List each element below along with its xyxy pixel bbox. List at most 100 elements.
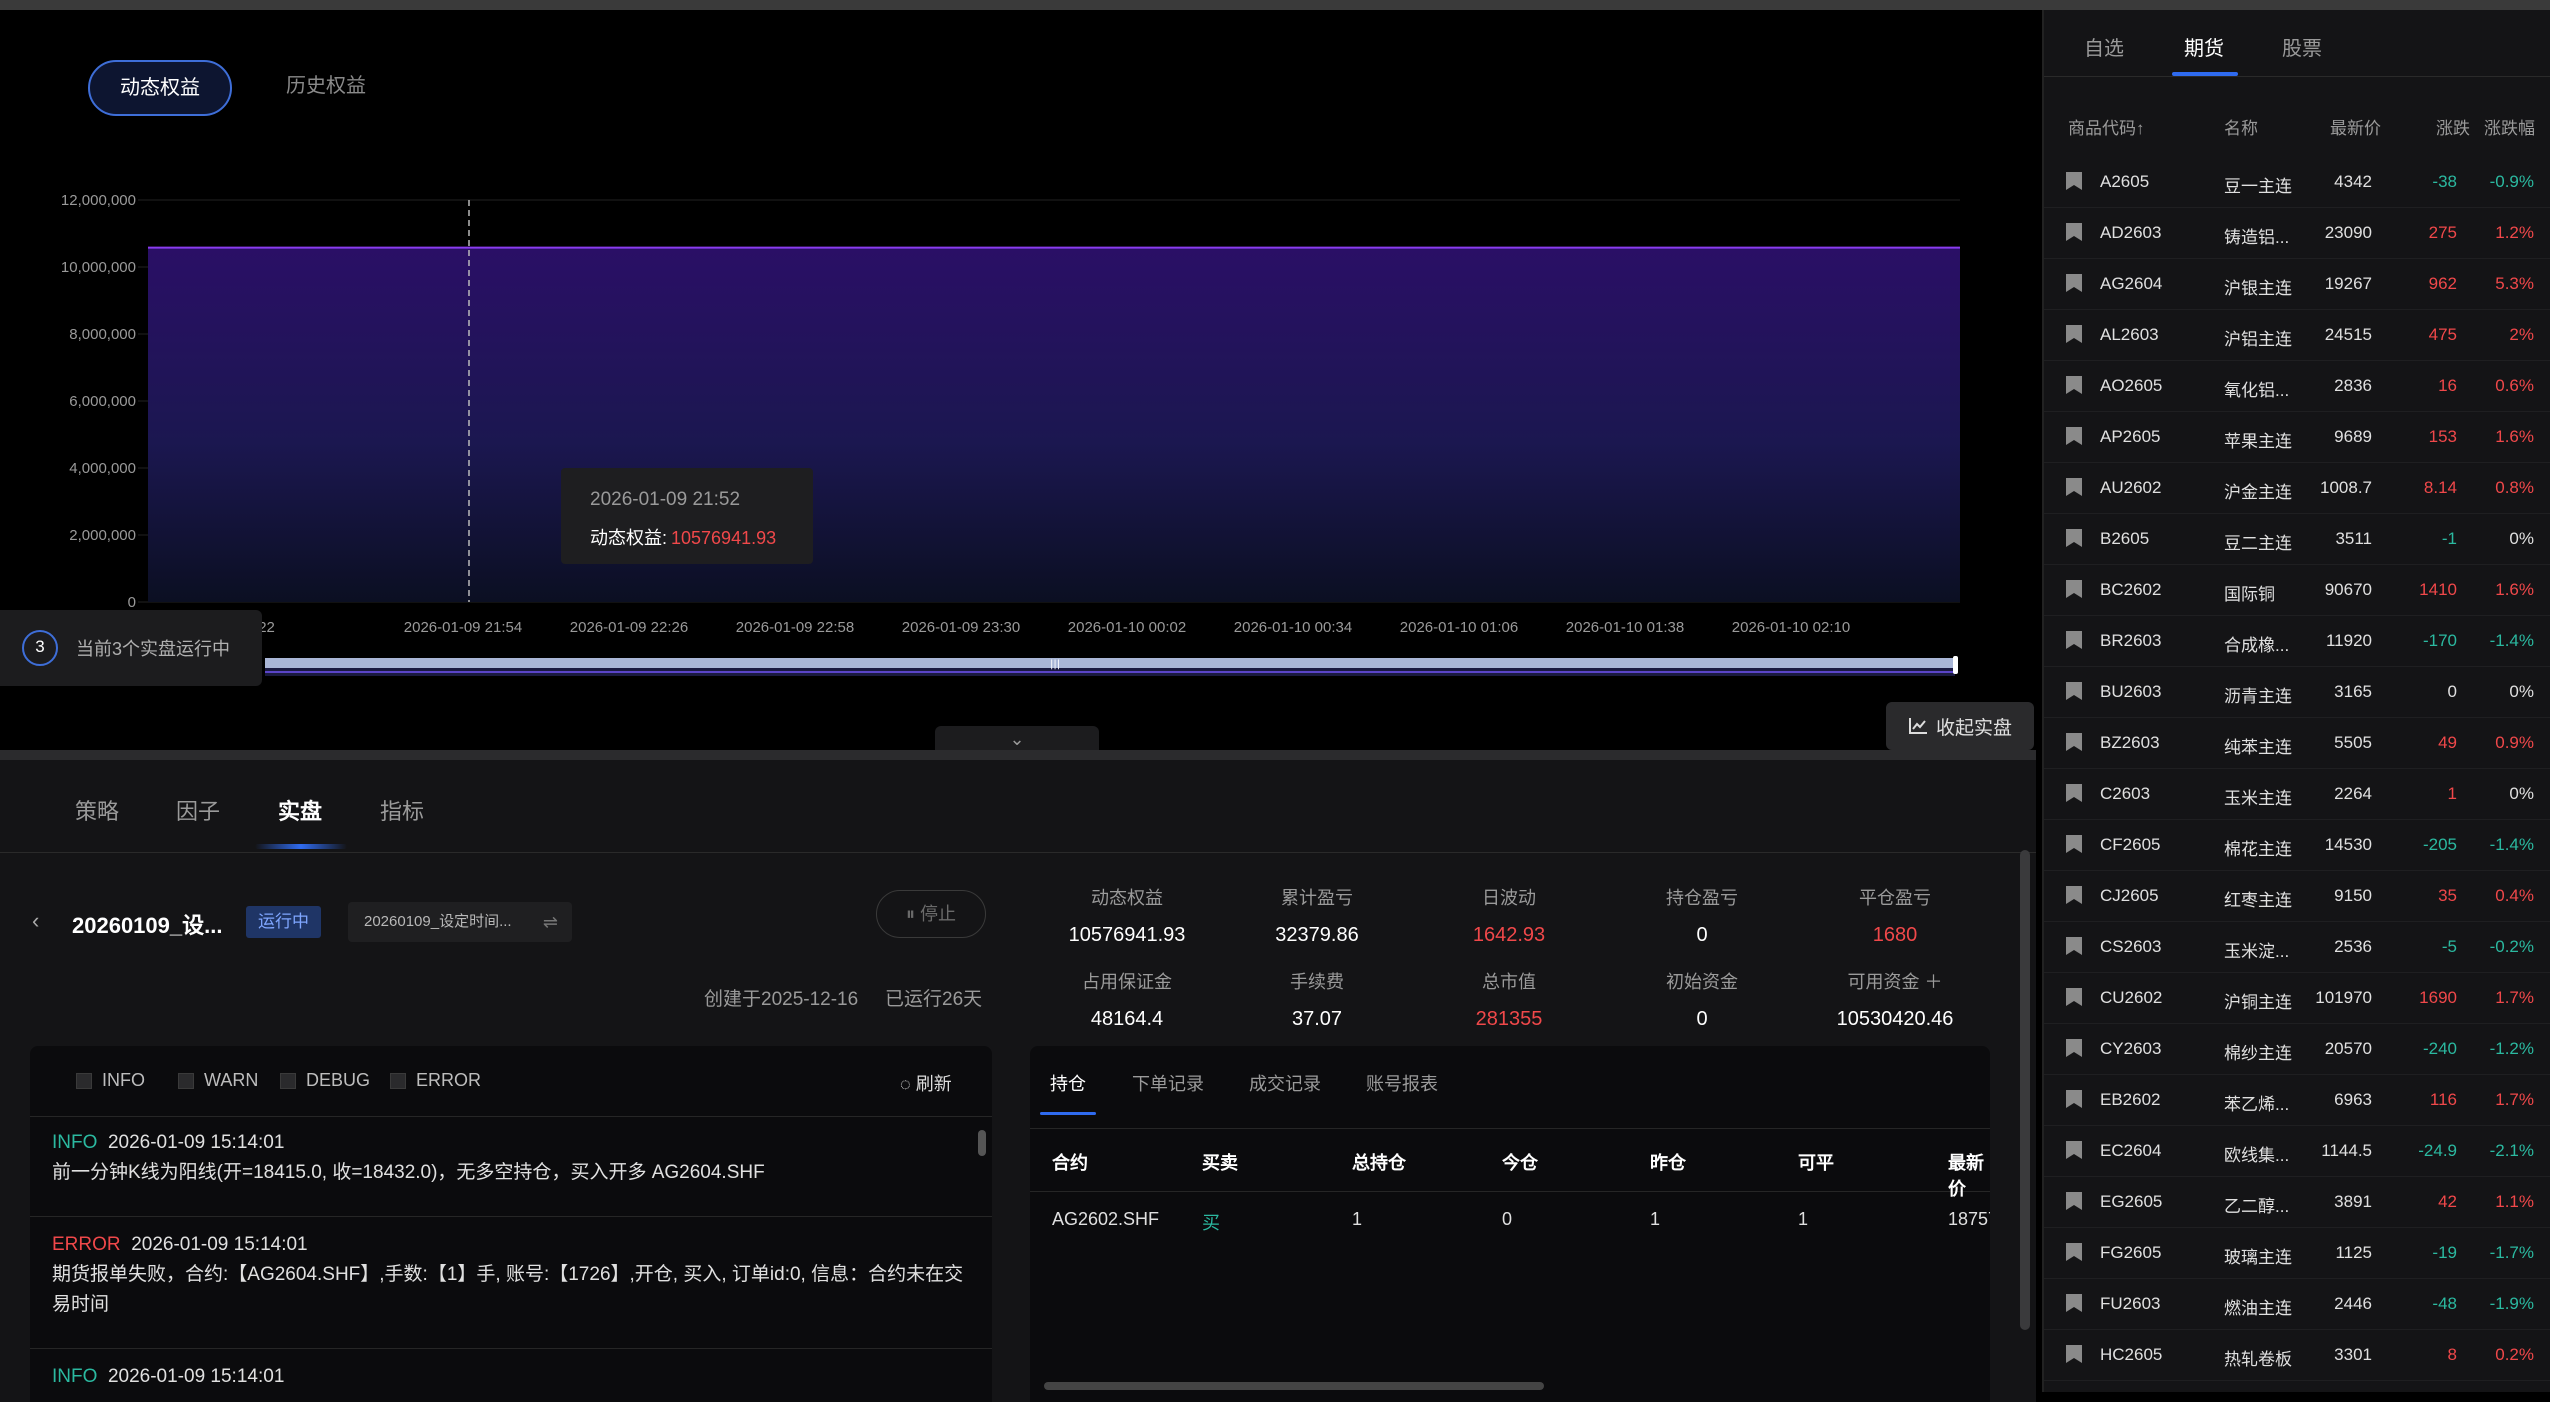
tab-watchlist[interactable]: 自选 [2084,32,2124,61]
quote-row[interactable]: EB2602 苯乙烯... 6963 116 1.7% [2044,1074,2550,1126]
back-chevron-icon[interactable]: ‹ [32,908,39,934]
quote-row[interactable]: FU2603 燃油主连 2446 -48 -1.9% [2044,1278,2550,1330]
bookmark-icon[interactable] [2066,1243,2082,1261]
checkbox-box[interactable] [280,1072,296,1089]
quote-row[interactable]: B2605 豆二主连 3511 -1 0% [2044,513,2550,565]
bookmark-icon[interactable] [2066,1192,2082,1210]
checkbox-box[interactable] [390,1072,406,1089]
quote-row[interactable]: A2605 豆一主连 4342 -38 -0.9% [2044,156,2550,208]
bookmark-icon[interactable] [2066,1141,2082,1159]
quote-price: 1008.7 [2320,478,2372,497]
quote-row[interactable]: FG2605 玻璃主连 1125 -19 -1.7% [2044,1227,2550,1279]
checkbox-box[interactable] [76,1072,92,1089]
bookmark-icon[interactable] [2066,682,2082,700]
tab-trade-records[interactable]: 成交记录 [1249,1070,1321,1096]
y-tick-label: 4,000,000 [69,460,136,477]
bookmark-icon[interactable] [2066,1039,2082,1057]
bookmark-icon[interactable] [2066,1090,2082,1108]
quote-price: 5505 [2334,733,2372,752]
quote-row[interactable]: EG2605 乙二醇... 3891 42 1.1% [2044,1176,2550,1228]
bookmark-icon[interactable] [2066,937,2082,955]
equity-chart[interactable]: 0 2,000,000 4,000,000 6,000,000 8,000,000 10,… [0,160,2036,700]
plus-icon[interactable]: ＋ [1925,972,1943,992]
tab-account-report[interactable]: 账号报表 [1366,1070,1438,1096]
bookmark-icon[interactable] [2066,325,2082,343]
quote-row[interactable]: BZ2603 纯苯主连 5505 49 0.9% [2044,717,2550,769]
quote-row[interactable]: AP2605 苹果主连 9689 153 1.6% [2044,411,2550,463]
quote-row[interactable]: AG2604 沪银主连 19267 962 5.3% [2044,258,2550,310]
stop-button[interactable]: ⏸ 停止 [876,890,986,938]
tab-history-equity[interactable]: 历史权益 [256,60,396,112]
panel-toggle-handle[interactable]: ⌄ [935,726,1099,752]
quote-change: 962 [2428,274,2457,293]
bookmark-icon[interactable] [2066,172,2082,190]
col-change-pct[interactable]: 涨跌幅 [2484,114,2535,139]
log-scrollbar[interactable] [978,1130,986,1156]
tab-stocks[interactable]: 股票 [2282,32,2322,61]
quote-row[interactable]: AO2605 氧化铝... 2836 16 0.6% [2044,360,2550,412]
chart-zoom-slider[interactable]: ||| [265,654,1959,680]
filter-warn-checkbox[interactable]: WARN [178,1070,258,1091]
bookmark-icon[interactable] [2066,1345,2082,1363]
quote-row[interactable]: CS2603 玉米淀... 2536 -5 -0.2% [2044,921,2550,973]
bookmark-icon[interactable] [2066,988,2082,1006]
quote-row[interactable]: C2603 玉米主连 2264 1 0% [2044,768,2550,820]
col-name[interactable]: 名称 [2224,114,2258,139]
quote-row[interactable]: CY2603 棉纱主连 20570 -240 -1.2% [2044,1023,2550,1075]
bookmark-icon[interactable] [2066,478,2082,496]
bookmark-icon[interactable] [2066,427,2082,445]
tab-futures[interactable]: 期货 [2184,32,2224,61]
tab-dynamic-equity[interactable]: 动态权益 [88,60,232,116]
bookmark-icon[interactable] [2066,784,2082,802]
tab-strategy[interactable]: 策略 [75,794,119,826]
bookmark-icon[interactable] [2066,733,2082,751]
strategy-select[interactable]: 20260109_设定时间... ⇌ [348,902,572,942]
bookmark-icon[interactable] [2066,274,2082,292]
quote-row[interactable]: HC2605 热轧卷板 3301 8 0.2% [2044,1329,2550,1381]
collapse-live-button[interactable]: 收起实盘 [1886,702,2034,750]
bookmark-icon[interactable] [2066,223,2082,241]
horizontal-scrollbar[interactable] [1044,1382,1544,1390]
bookmark-icon[interactable] [2066,835,2082,853]
tab-indicator[interactable]: 指标 [380,794,424,826]
running-strategies-indicator[interactable]: 3 当前3个实盘运行中 [0,610,262,686]
quote-row[interactable]: AL2603 沪铝主连 24515 475 2% [2044,309,2550,361]
col-change[interactable]: 涨跌 [2436,114,2470,139]
metric-label: 初始资金 [1666,972,1738,992]
bookmark-icon[interactable] [2066,376,2082,394]
bookmark-icon[interactable] [2066,529,2082,547]
quote-row[interactable]: CF2605 棉花主连 14530 -205 -1.4% [2044,819,2550,871]
tab-order-records[interactable]: 下单记录 [1132,1070,1204,1096]
vertical-scrollbar[interactable] [2020,850,2030,1330]
filter-debug-checkbox[interactable]: DEBUG [280,1070,370,1091]
col-price[interactable]: 最新价 [2330,114,2381,139]
bookmark-icon[interactable] [2066,631,2082,649]
quote-row[interactable]: BU2603 沥青主连 3165 0 0% [2044,666,2550,718]
log-entry: INFO 2026-01-09 15:14:01 前一分钟K线为阳线(开=184… [52,1128,972,1188]
tab-factor[interactable]: 因子 [176,794,220,826]
bookmark-icon[interactable] [2066,886,2082,904]
quote-row[interactable]: BC2602 国际铜 90670 1410 1.6% [2044,564,2550,616]
tab-positions[interactable]: 持仓 [1050,1070,1086,1096]
quote-name: 棉纱主连 [2224,1044,2292,1063]
tab-live[interactable]: 实盘 [278,794,322,826]
col-code[interactable]: 商品代码↑ [2068,114,2145,139]
metric-value: 1642.93 [1472,924,1546,946]
refresh-button[interactable]: ◌ 刷新 [900,1070,952,1096]
bookmark-icon[interactable] [2066,1294,2082,1312]
available-funds-label: 可用资金 [1847,972,1920,992]
quote-row[interactable]: EC2604 欧线集... 1144.5 -24.9 -2.1% [2044,1125,2550,1177]
zoom-handle-right[interactable] [1953,656,1958,674]
quote-code: CS2603 [2100,937,2162,956]
filter-error-checkbox[interactable]: ERROR [390,1070,481,1091]
quote-change: 1 [2447,784,2457,803]
quote-row[interactable]: AD2603 铸造铝... 23090 275 1.2% [2044,207,2550,259]
panel-splitter[interactable] [0,750,2036,760]
bookmark-icon[interactable] [2066,580,2082,598]
quote-row[interactable]: CU2602 沪铜主连 101970 1690 1.7% [2044,972,2550,1024]
quote-row[interactable]: AU2602 沪金主连 1008.7 8.14 0.8% [2044,462,2550,514]
filter-info-checkbox[interactable]: INFO [76,1070,145,1091]
quote-row[interactable]: CJ2605 红枣主连 9150 35 0.4% [2044,870,2550,922]
checkbox-box[interactable] [178,1072,194,1089]
quote-row[interactable]: BR2603 合成橡... 11920 -170 -1.4% [2044,615,2550,667]
